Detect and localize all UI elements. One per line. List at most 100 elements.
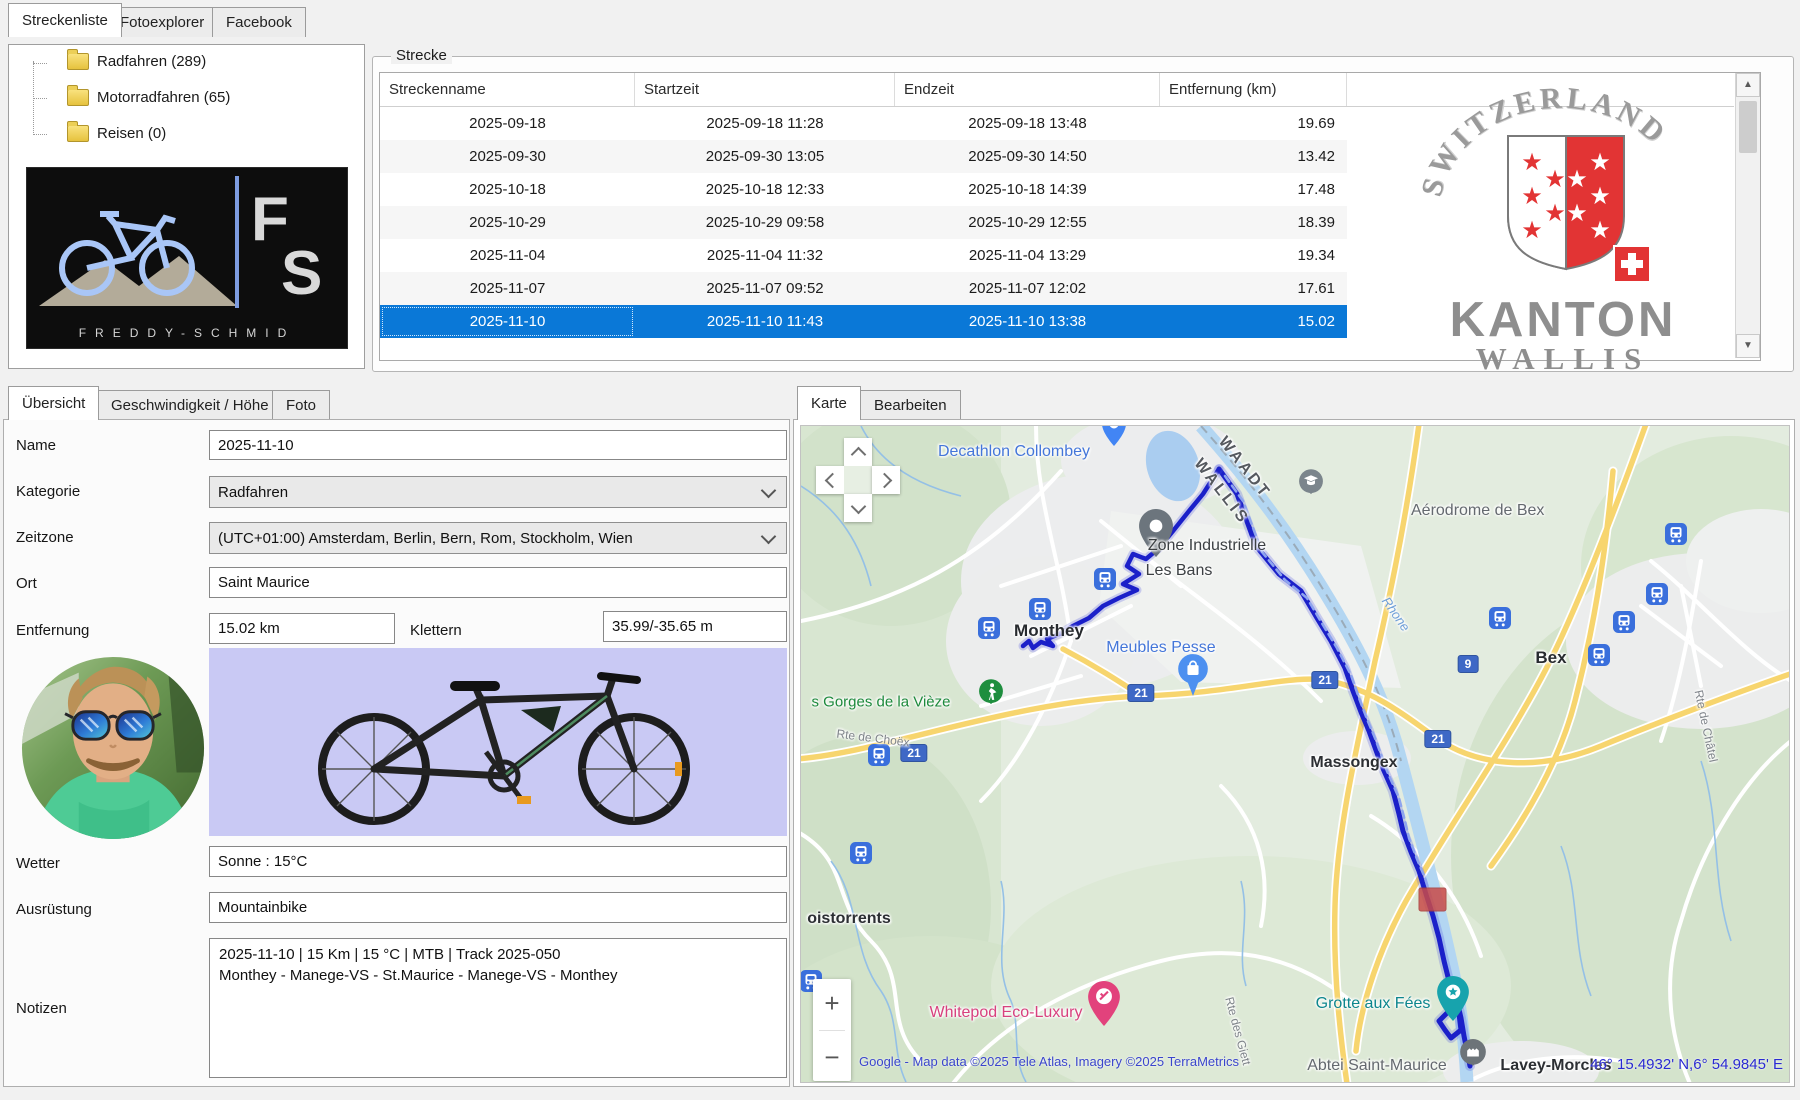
grotte-pin-icon: [1437, 976, 1469, 1026]
logo-letter-s: S: [281, 239, 322, 308]
chevron-down-icon: [761, 482, 777, 498]
crest-kanton-text: KANTON: [1450, 293, 1677, 347]
folder-icon: [67, 53, 89, 70]
column-header-endzeit[interactable]: Endzeit: [895, 73, 1160, 107]
pan-down-button[interactable]: [844, 494, 872, 522]
route-shield-21: 21: [1424, 730, 1451, 748]
logo-bike-graphic: F S: [27, 168, 347, 316]
svg-text:★: ★: [1521, 217, 1543, 244]
pan-left-button[interactable]: [816, 466, 844, 494]
cell-end: 2025-10-29 12:55: [895, 206, 1160, 239]
tab-fotoexplorer[interactable]: Fotoexplorer: [106, 7, 218, 37]
kategorie-select[interactable]: Radfahren: [209, 476, 787, 508]
tab-foto[interactable]: Foto: [272, 390, 330, 420]
cell-dist: 17.61: [1160, 272, 1347, 305]
zoom-in-button[interactable]: +: [813, 979, 851, 1027]
tab-facebook[interactable]: Facebook: [212, 7, 306, 37]
table-row[interactable]: 2025-11-04 2025-11-04 11:32 2025-11-04 1…: [380, 239, 1347, 272]
swiss-flag-icon: [1614, 246, 1650, 282]
table-row[interactable]: 2025-10-29 2025-10-29 09:58 2025-10-29 1…: [380, 206, 1347, 239]
cell-end: 2025-09-18 13:48: [895, 107, 1160, 140]
table-row-selected[interactable]: 2025-11-10 2025-11-10 11:43 2025-11-10 1…: [380, 305, 1347, 338]
cell-dist: 13.42: [1160, 140, 1347, 173]
pan-right-button[interactable]: [872, 466, 900, 494]
wetter-label: Wetter: [16, 855, 60, 872]
bike-photo: [209, 648, 787, 836]
ausruestung-field[interactable]: [209, 892, 787, 923]
tab-geschwindigkeit-hoehe[interactable]: Geschwindigkeit / Höhe: [97, 390, 283, 420]
ort-field[interactable]: [209, 567, 787, 598]
cell-end: 2025-11-04 13:29: [895, 239, 1160, 272]
cell-dist: 15.02: [1160, 305, 1347, 338]
map-label-massongex: Massongex: [1310, 754, 1397, 772]
cell-end: 2025-11-10 13:38: [895, 305, 1160, 338]
ausruestung-label: Ausrüstung: [16, 901, 92, 918]
zeitzone-label: Zeitzone: [16, 529, 74, 546]
kanton-wallis-crest: SWITZERLAND ★ ★ ★ ★ ★ ★ ★ ★ ★ ★: [1418, 84, 1704, 376]
table-scrollbar[interactable]: ▲ ▼: [1735, 73, 1760, 358]
tree-item-reisen[interactable]: Reisen (0): [67, 125, 166, 142]
tree-item-label: Motorradfahren (65): [97, 89, 230, 106]
mountainbike-image: [209, 648, 787, 836]
scroll-up-button[interactable]: ▲: [1736, 73, 1760, 97]
train-station-icon: [1029, 598, 1051, 620]
map-label-meubles-pesse: Meubles Pesse: [1106, 639, 1215, 657]
tab-uebersicht[interactable]: Übersicht: [8, 386, 99, 420]
category-tree-panel: Radfahren (289) Motorradfahren (65) Reis…: [8, 44, 365, 369]
notizen-line1: 2025-11-10 | 15 Km | 15 °C | MTB | Track…: [219, 944, 777, 965]
klettern-field[interactable]: [603, 611, 787, 642]
entfernung-label: Entfernung: [16, 622, 89, 639]
svg-text:★: ★: [1566, 166, 1588, 193]
table-row[interactable]: 2025-10-18 2025-10-18 12:33 2025-10-18 1…: [380, 173, 1347, 206]
app-window: Streckenliste Fotoexplorer Facebook Radf…: [0, 0, 1800, 1100]
scroll-down-button[interactable]: ▼: [1736, 334, 1760, 358]
svg-text:★: ★: [1521, 149, 1543, 176]
kategorie-label: Kategorie: [16, 483, 80, 500]
abbey-pin-icon: [1459, 1039, 1487, 1079]
tab-karte[interactable]: Karte: [797, 386, 861, 420]
route-shield-21: 21: [1127, 684, 1154, 702]
tree-connector: [33, 63, 47, 64]
column-header-startzeit[interactable]: Startzeit: [635, 73, 895, 107]
wetter-field[interactable]: [209, 846, 787, 877]
map-label-les-bans: Les Bans: [1146, 562, 1213, 580]
shopping-pin-icon: [1178, 654, 1208, 701]
table-row[interactable]: 2025-11-07 2025-11-07 09:52 2025-11-07 1…: [380, 272, 1347, 305]
map-label-abtei-saint-maurice: Abtei Saint-Maurice: [1307, 1057, 1447, 1075]
train-station-icon: [1613, 611, 1635, 633]
column-header-entfernung[interactable]: Entfernung (km): [1160, 73, 1347, 107]
map-label-whitepod: Whitepod Eco-Luxury: [930, 1004, 1083, 1022]
entfernung-field[interactable]: [209, 613, 395, 644]
column-header-streckenname[interactable]: Streckenname: [380, 73, 635, 107]
name-label: Name: [16, 437, 56, 454]
name-field[interactable]: [209, 430, 787, 460]
tree-item-radfahren[interactable]: Radfahren (289): [67, 53, 206, 70]
map-label-decathlon: Decathlon Collombey: [938, 443, 1090, 461]
map-canvas[interactable]: 21 21 21 21 9 Decathlon Collombey WAADT …: [800, 425, 1790, 1083]
pan-center[interactable]: [844, 466, 872, 494]
table-row[interactable]: 2025-09-18 2025-09-18 11:28 2025-09-18 1…: [380, 107, 1347, 140]
aerodrome-pin-icon: [1298, 469, 1324, 507]
svg-text:★: ★: [1544, 200, 1566, 227]
notizen-field[interactable]: 2025-11-10 | 15 Km | 15 °C | MTB | Track…: [209, 938, 787, 1078]
zeitzone-select[interactable]: (UTC+01:00) Amsterdam, Berlin, Bern, Rom…: [209, 522, 787, 554]
pan-up-button[interactable]: [844, 438, 872, 466]
zoom-out-button[interactable]: −: [813, 1033, 851, 1081]
train-station-icon: [1094, 568, 1116, 590]
tree-item-motorradfahren[interactable]: Motorradfahren (65): [67, 89, 230, 106]
tab-streckenliste[interactable]: Streckenliste: [8, 3, 122, 37]
tree-item-label: Reisen (0): [97, 125, 166, 142]
cell-start: 2025-11-07 09:52: [635, 272, 895, 305]
zoom-control: + −: [813, 979, 851, 1081]
table-row[interactable]: 2025-09-30 2025-09-30 13:05 2025-09-30 1…: [380, 140, 1347, 173]
svg-text:★: ★: [1566, 200, 1588, 227]
crest-region-text: WALLIS: [1476, 341, 1651, 376]
cell-dist: 19.69: [1160, 107, 1347, 140]
svg-text:★: ★: [1589, 217, 1611, 244]
tab-bearbeiten[interactable]: Bearbeiten: [860, 390, 961, 420]
folder-icon: [67, 89, 89, 106]
scroll-thumb[interactable]: [1739, 101, 1757, 153]
freddy-schmid-logo: F S FREDDY-SCHMID: [26, 167, 348, 349]
notizen-label: Notizen: [16, 1000, 67, 1017]
map-label-zone-industrielle: Zone Industrielle: [1148, 537, 1266, 555]
